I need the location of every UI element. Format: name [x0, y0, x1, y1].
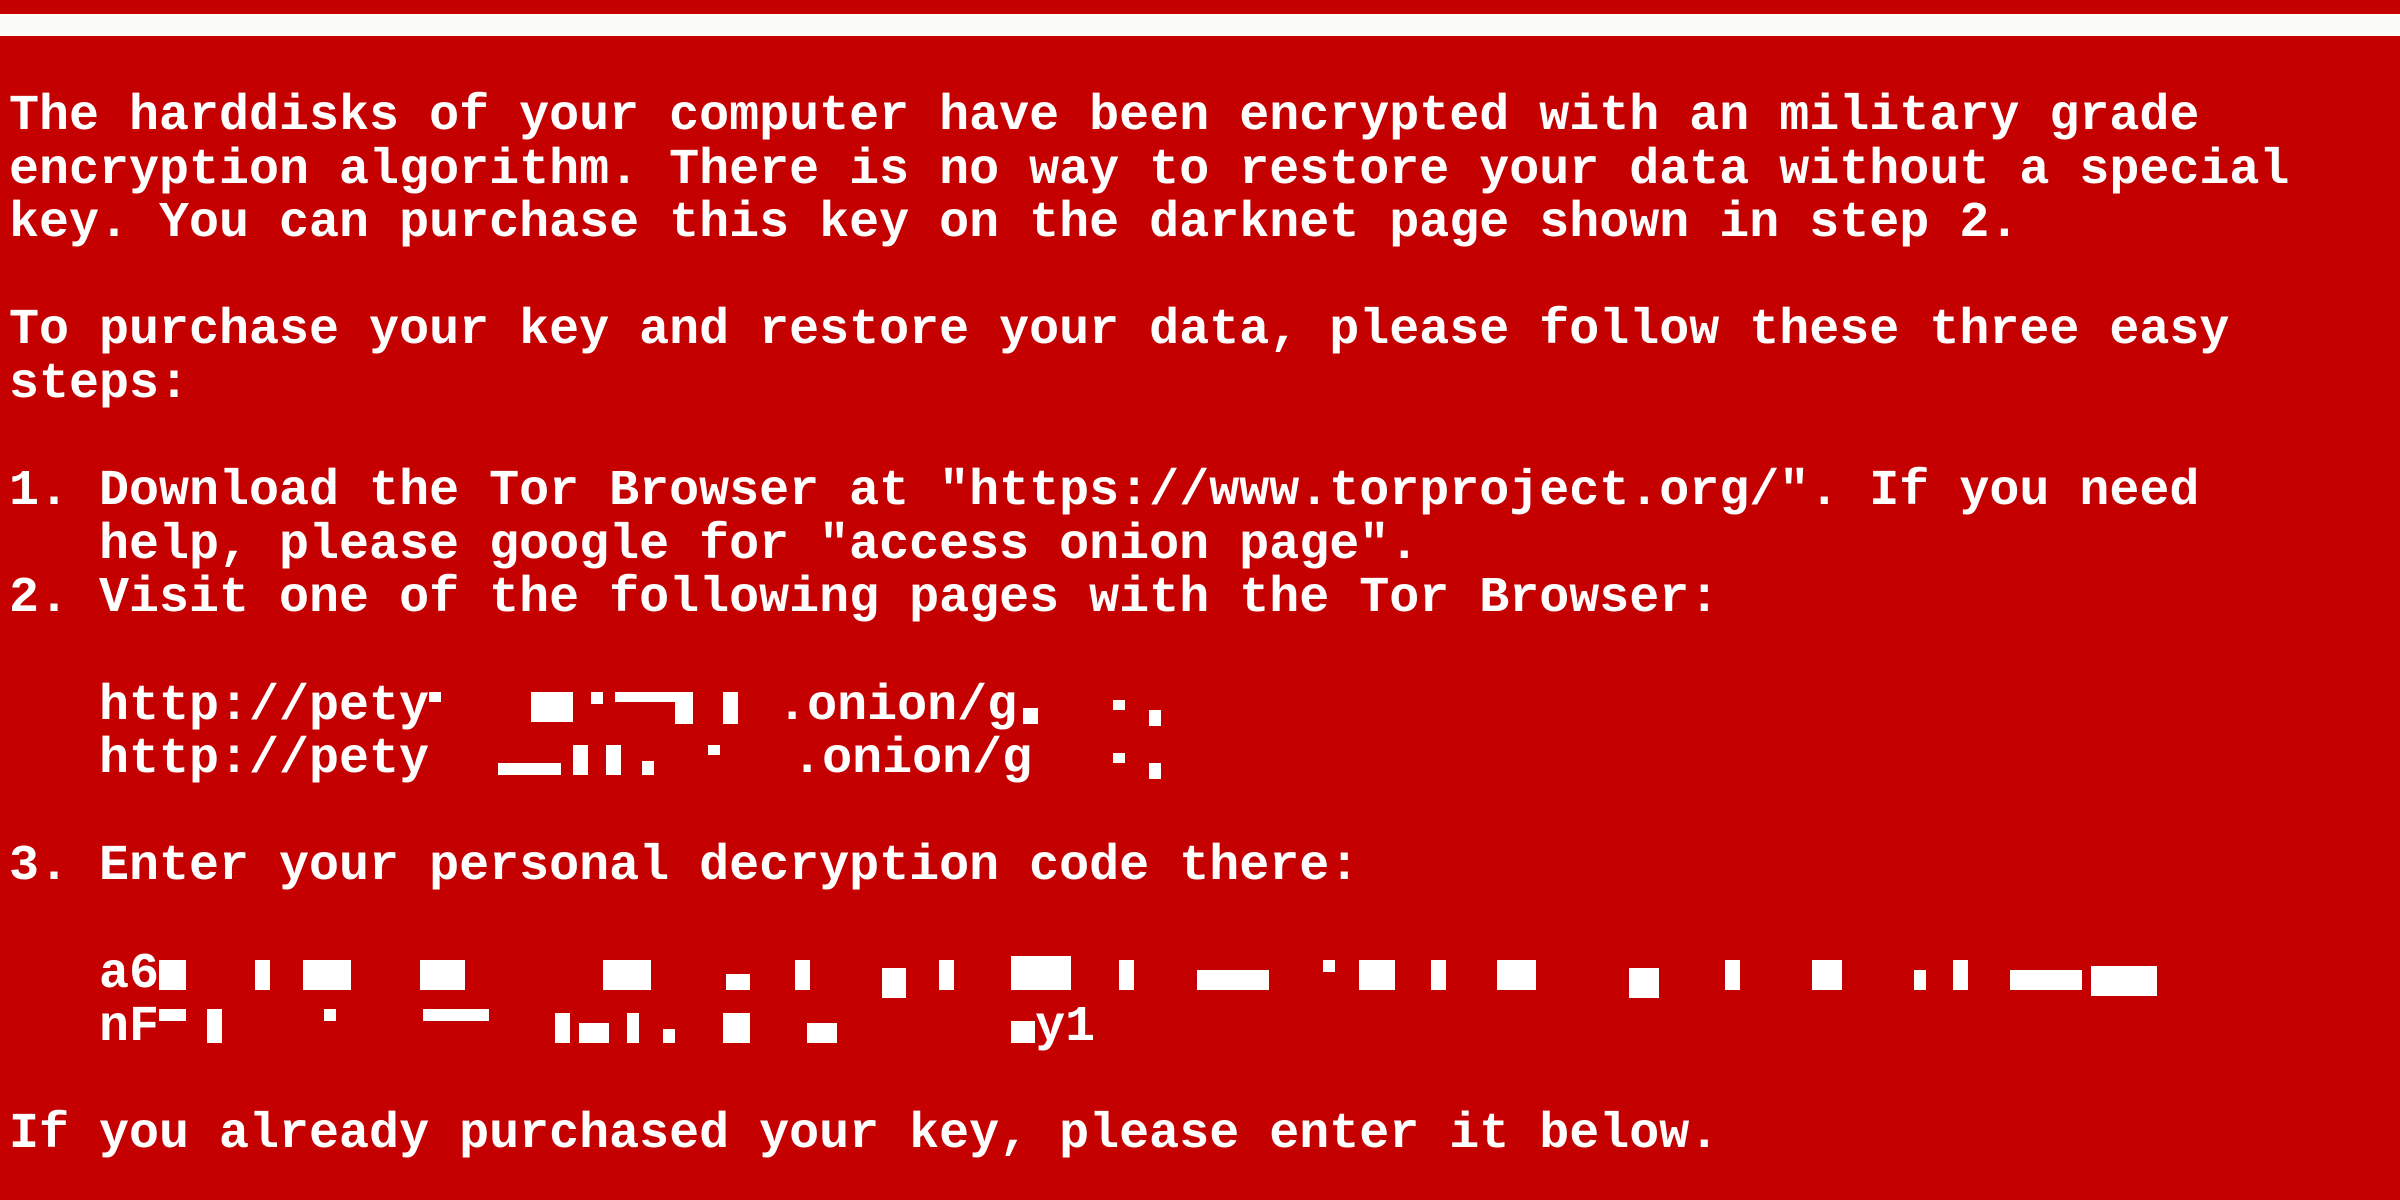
redaction-block	[1812, 959, 1843, 990]
redaction-block	[663, 1029, 676, 1044]
redaction-block	[1113, 699, 1126, 710]
onion-url-1: http://pety .onion/g	[9, 677, 2289, 735]
redaction-block	[603, 959, 652, 990]
redaction-block	[591, 691, 604, 704]
url-prefix: http://pety	[99, 731, 430, 789]
code-suffix: y1	[1035, 999, 1096, 1057]
url-suffix: .onion/g	[777, 677, 1018, 735]
redaction-block	[579, 1023, 610, 1044]
redaction-block	[1323, 959, 1336, 972]
redaction-block	[939, 959, 955, 990]
redaction-block	[423, 1009, 490, 1022]
redaction-block	[642, 761, 655, 776]
code-prefix: a6	[99, 945, 160, 1003]
step-3: 3. Enter your personal decryption code t…	[9, 838, 1360, 896]
redaction-block	[1149, 763, 1162, 780]
top-white-band	[0, 14, 2400, 36]
redaction-block	[1113, 753, 1126, 764]
purchase-line-2: steps:	[9, 355, 190, 413]
code-prefix: nF	[99, 999, 160, 1057]
redaction-block	[723, 691, 739, 724]
redaction-block	[1914, 969, 1927, 990]
redaction-block	[420, 959, 466, 990]
redaction-block	[1953, 959, 1969, 990]
outro-line: If you already purchased your key, pleas…	[9, 1106, 1720, 1164]
redaction-block	[627, 1013, 640, 1044]
step-2: 2. Visit one of the following pages with…	[9, 570, 1720, 628]
redaction-block	[2091, 965, 2158, 996]
redaction-block	[708, 745, 721, 756]
intro-line-1: The harddisks of your computer have been…	[9, 88, 2200, 145]
redaction-block	[1197, 969, 1270, 990]
redaction-block	[882, 967, 907, 998]
redaction-block	[1119, 959, 1135, 990]
purchase-line-1: To purchase your key and restore your da…	[9, 302, 2230, 360]
intro-line-2: encryption algorithm. There is no way to…	[9, 141, 2290, 199]
redaction-block	[159, 959, 187, 990]
onion-url-2: http://pety .onion/g	[9, 733, 2289, 787]
redaction-block	[1011, 955, 1072, 990]
redaction-block	[531, 691, 574, 722]
redaction-block	[723, 1013, 751, 1044]
redaction-block	[555, 1013, 571, 1044]
redaction-block	[255, 959, 271, 990]
redaction-block	[303, 959, 352, 990]
step-1-line-2: help, please google for "access onion pa…	[99, 516, 1420, 574]
redaction-block	[675, 691, 694, 724]
redaction-block	[1149, 709, 1162, 726]
ransom-message: The harddisks of your computer have been…	[9, 90, 2289, 1162]
redaction-block	[606, 745, 622, 776]
redaction-block	[1359, 959, 1396, 990]
decryption-code-line-1: a6	[9, 945, 2289, 1003]
redaction-block	[498, 763, 562, 776]
redaction-block	[429, 691, 442, 702]
step-1-line-1: 1. Download the Tor Browser at "https://…	[9, 463, 2200, 521]
redaction-block	[1011, 1021, 1036, 1044]
redaction-block	[1725, 959, 1741, 990]
url-suffix: .onion/g	[792, 731, 1033, 789]
redaction-block	[1431, 959, 1447, 990]
redaction-block	[1497, 959, 1537, 990]
url-prefix: http://pety	[99, 677, 430, 735]
redaction-block	[795, 959, 811, 990]
redaction-block	[807, 1023, 838, 1044]
redaction-block	[1023, 707, 1039, 724]
redaction-block	[207, 1009, 223, 1044]
decryption-code-line-2: nF y1	[9, 1001, 2289, 1055]
redaction-block	[573, 745, 589, 776]
redaction-block	[324, 1009, 337, 1022]
intro-line-3: key. You can purchase this key on the da…	[9, 195, 2020, 253]
redaction-block	[726, 973, 751, 990]
redaction-block	[1629, 967, 1660, 998]
redaction-block	[159, 1009, 187, 1022]
redaction-block	[2010, 969, 2083, 990]
